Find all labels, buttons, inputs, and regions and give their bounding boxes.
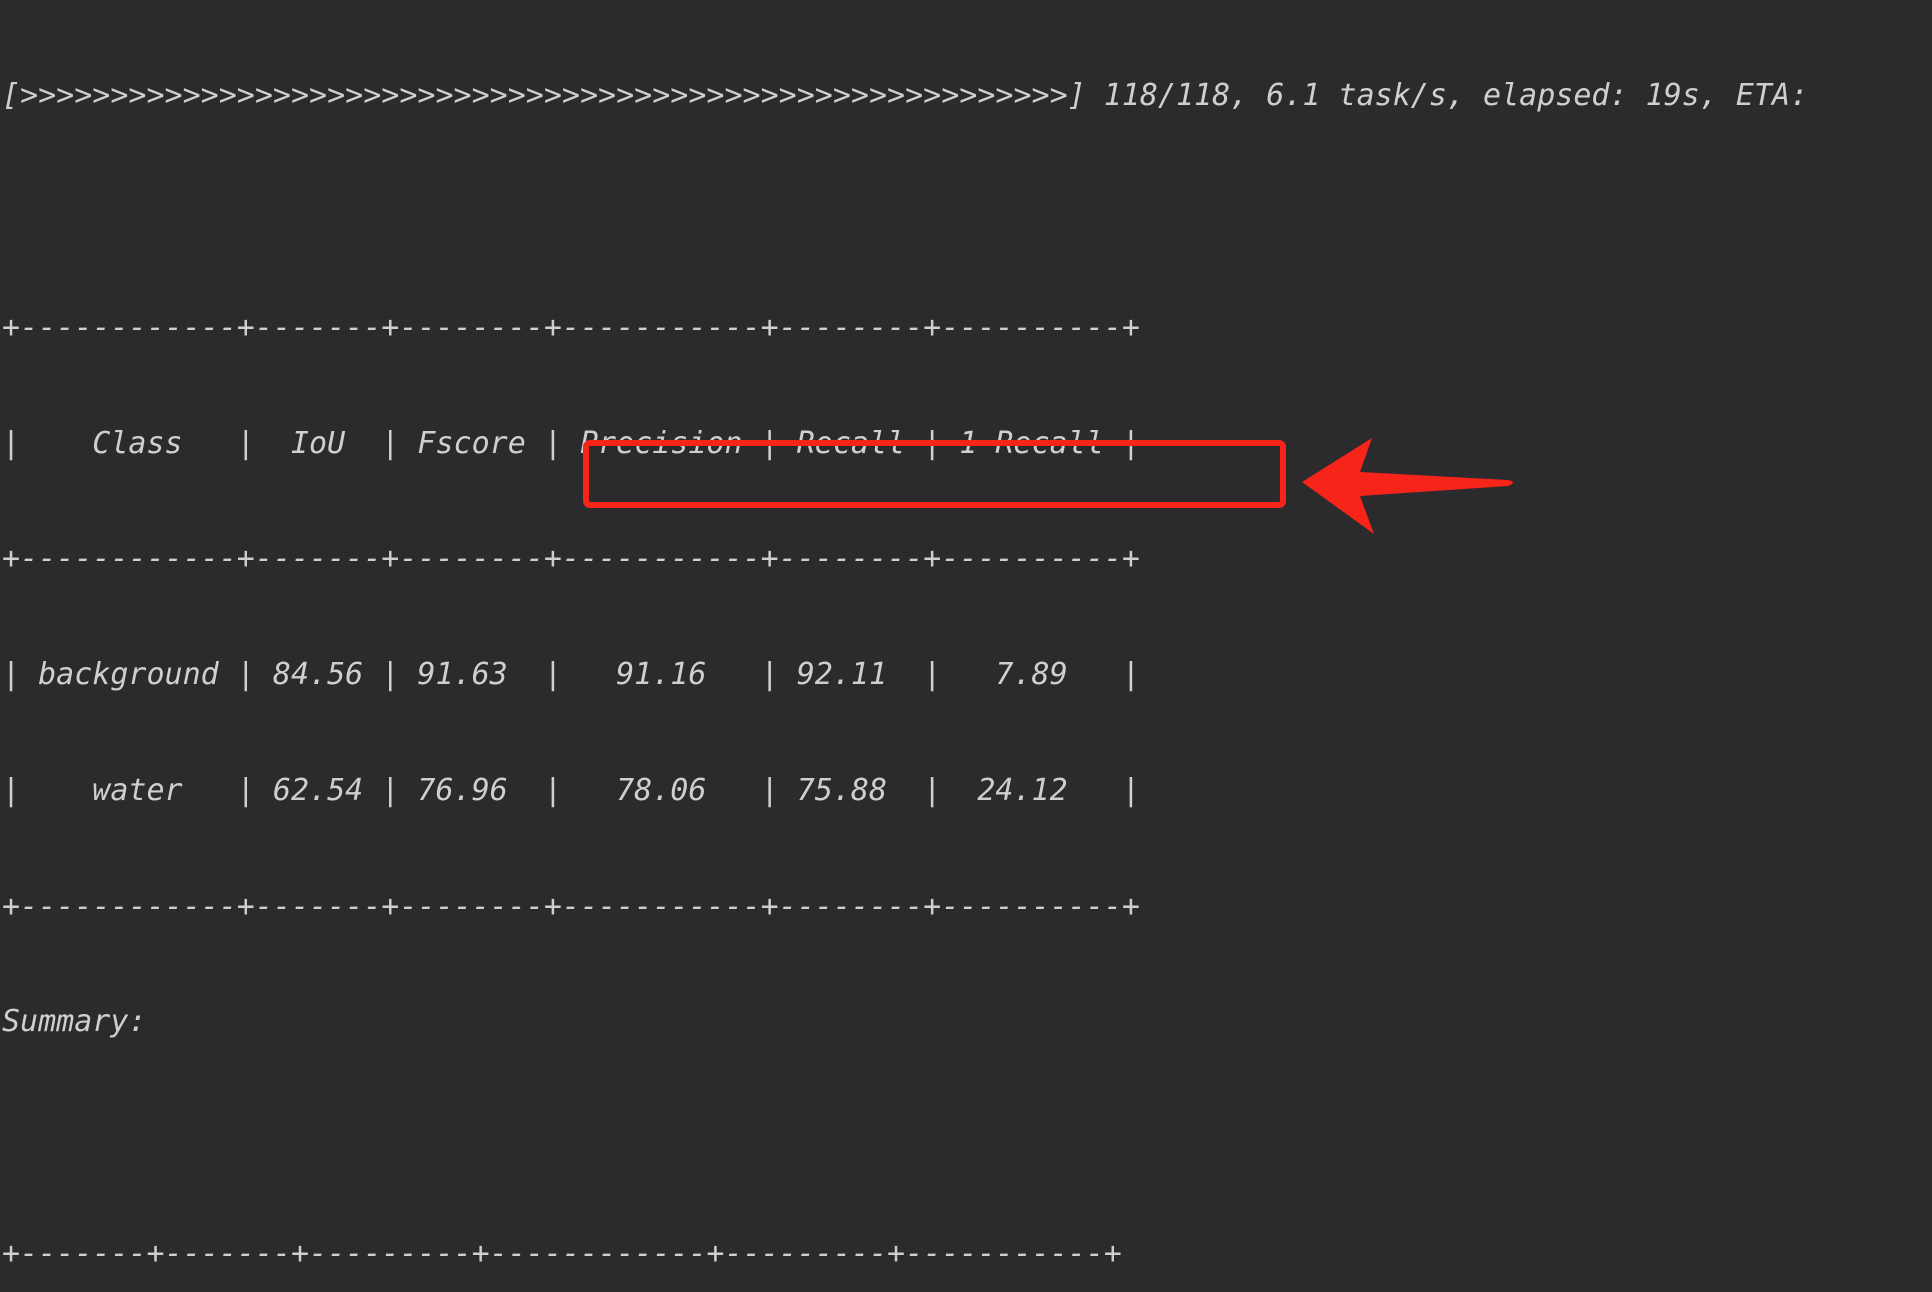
terminal-output: [>>>>>>>>>>>>>>>>>>>>>>>>>>>>>>>>>>>>>>>… [0,0,1932,1271]
summary-rule-top: +-------+-------+---------+------------+… [2,1236,1122,1271]
per-class-rule-bottom: +------------+-------+--------+---------… [2,888,1140,924]
progress-bar-line: [>>>>>>>>>>>>>>>>>>>>>>>>>>>>>>>>>>>>>>>… [2,78,1809,114]
summary-label: Summary: [2,1004,147,1040]
table-row: | background | 84.56 | 91.63 | 91.16 | 9… [2,657,1140,693]
table-row: | water | 62.54 | 76.96 | 78.06 | 75.88 … [2,772,1140,808]
per-class-rule-top: +------------+-------+--------+---------… [2,309,1140,345]
per-class-header-row: | Class | IoU | Fscore | Precision | Rec… [2,425,1140,461]
per-class-rule-mid: +------------+-------+--------+---------… [2,541,1140,577]
